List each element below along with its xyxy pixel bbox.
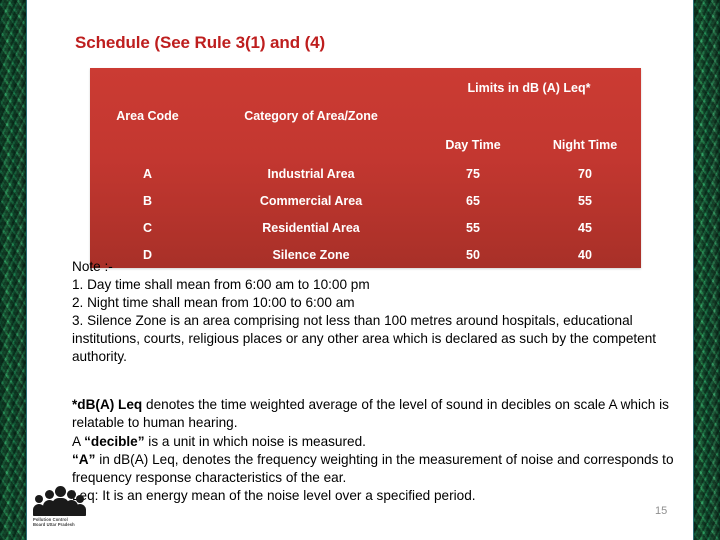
table-row: C Residential Area 55 45 [90, 214, 641, 241]
table-header-area-code: Area Code [116, 109, 179, 123]
cell-night-limit: 70 [578, 166, 592, 181]
spacer-cell-night [529, 101, 641, 131]
notes-block: Note :- 1. Day time shall mean from 6:00… [72, 258, 704, 366]
definition-a-term: “A” [72, 451, 96, 467]
logo-caption-line2: Board Uttar Pradesh [33, 522, 75, 528]
definition-decible-term: “decible” [84, 433, 145, 449]
table-row: A Industrial Area 75 70 [90, 160, 641, 187]
table-header-row-limits-group: Limits in dB (A) Leq* [90, 68, 641, 101]
cell-category: Industrial Area [267, 166, 355, 181]
table-header-night-time: Night Time [552, 137, 618, 152]
definition-decible: A “decible” is a unit in which noise is … [72, 433, 710, 451]
cell-day-limit: 75 [466, 166, 480, 181]
definition-decible-text: is a unit in which noise is measured. [144, 433, 366, 449]
table-header-day-time: Day Time [445, 137, 501, 152]
definition-a-text: in dB(A) Leq, denotes the frequency weig… [72, 451, 674, 486]
table-header-limits-group: Limits in dB (A) Leq* [467, 80, 591, 95]
definition-leq-energy: Leq: It is an energy mean of the noise l… [72, 488, 476, 504]
notes-item-1: 1. Day time shall mean from 6:00 am to 1… [72, 277, 370, 293]
table-header-row-sub: Day Time Night Time [90, 131, 641, 160]
notes-item-3: 3. Silence Zone is an area comprising no… [72, 313, 657, 365]
table-header-category: Category of Area/Zone [244, 109, 378, 123]
spacer-cell-code-2 [90, 131, 205, 160]
spacer-cell-cat-2 [205, 131, 417, 160]
noise-limits-table: Limits in dB (A) Leq* Area Code Category… [90, 68, 641, 268]
logo-caption: Pollution Control Board Uttar Pradesh [33, 517, 89, 527]
cell-area-code: B [142, 193, 153, 208]
cell-day-limit: 55 [466, 220, 480, 235]
cell-area-code: A [142, 166, 153, 181]
cell-day-limit: 65 [466, 193, 480, 208]
spacer-cell-code [90, 68, 205, 101]
page-number: 15 [655, 505, 668, 517]
notes-heading: Note :- [72, 259, 113, 274]
definition-decible-prefix: A [72, 433, 85, 449]
cell-area-code: C [142, 220, 153, 235]
notes-item-2: 2. Night time shall mean from 10:00 to 6… [72, 295, 355, 311]
page-title: Schedule (See Rule 3(1) and (4) [75, 33, 326, 52]
spacer-cell-day [417, 101, 529, 131]
cell-night-limit: 45 [578, 220, 592, 235]
definition-leq: *dB(A) Leq denotes the time weighted ave… [72, 396, 710, 433]
table-row: B Commercial Area 65 55 [90, 187, 641, 214]
definition-a-weighting: “A” in dB(A) Leq, denotes the frequency … [72, 451, 710, 488]
definitions-block: *dB(A) Leq denotes the time weighted ave… [72, 396, 710, 506]
spacer-cell-cat [205, 68, 417, 101]
definition-leq-term: *dB(A) Leq [72, 397, 143, 412]
cell-night-limit: 55 [578, 193, 592, 208]
slide-content: Schedule (See Rule 3(1) and (4) Limits i… [0, 0, 720, 540]
definition-leq-text: denotes the time weighted average of the… [72, 397, 669, 431]
cell-category: Residential Area [262, 220, 360, 235]
people-group-icon [33, 486, 86, 516]
organization-logo: Pollution Control Board Uttar Pradesh [33, 486, 91, 534]
cell-category: Commercial Area [259, 193, 363, 208]
table-header-row-main: Area Code Category of Area/Zone [90, 101, 641, 131]
